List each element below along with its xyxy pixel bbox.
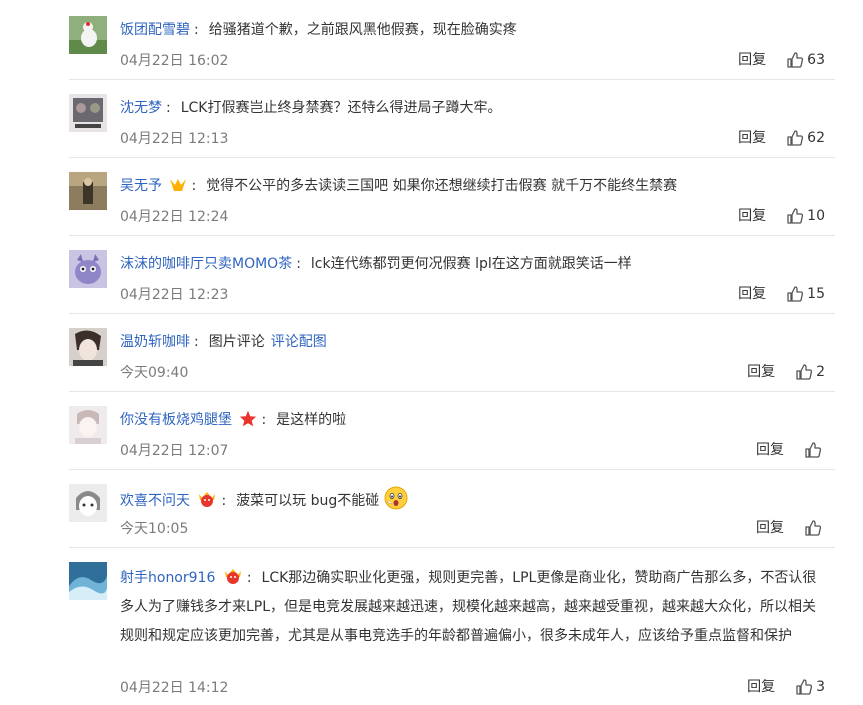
comment-body: 温奶斩咖啡: 图片评论 评论配图 [120,334,327,350]
like-button[interactable]: 3 [795,675,825,699]
comment-actions: 回复 [756,516,825,540]
reply-button[interactable]: 回复 [738,204,766,228]
comment-text: 菠菜可以玩 bug不能碰 [236,493,380,509]
username-link[interactable]: 温奶斩咖啡 [120,334,190,350]
comment-actions: 回复 15 [738,282,825,306]
divider [69,313,835,314]
like-count: 3 [816,679,825,695]
thumbs-up-icon [787,52,804,68]
avatar[interactable] [69,484,107,522]
divider [69,157,835,158]
thumbs-up-icon [796,679,813,695]
comment-text: 是这样的啦 [276,412,347,428]
thumbs-up-icon [805,520,822,536]
shocked-face-emoji [384,486,408,510]
comment-actions: 回复 63 [738,48,825,72]
like-button[interactable]: 62 [786,126,825,150]
divider [69,547,835,548]
comment-actions: 回复 [756,438,825,462]
comment-actions: 回复 2 [747,360,825,384]
avatar[interactable] [69,16,107,54]
comment-time: 04月22日 12:13 [120,131,229,147]
like-button[interactable]: 10 [786,204,825,228]
like-button[interactable] [804,441,825,459]
reply-button[interactable]: 回复 [738,282,766,306]
reply-button[interactable]: 回复 [738,126,766,150]
username-link[interactable]: 沈无梦 [120,100,162,116]
avatar[interactable] [69,250,107,288]
like-count: 63 [807,52,825,68]
like-button[interactable]: 15 [786,282,825,306]
avatar[interactable] [69,328,107,366]
thumbs-up-icon [796,364,813,380]
member-face-icon[interactable] [197,490,217,508]
like-button[interactable]: 2 [795,360,825,384]
divider [69,391,835,392]
comment-text: 图片评论 [208,334,265,350]
avatar[interactable] [69,172,107,210]
avatar[interactable] [69,94,107,132]
comment-text: 觉得不公平的多去读读三国吧 如果你还想继续打击假赛 就千万不能终生禁赛 [206,178,678,194]
username-link[interactable]: 饭团配雪碧 [120,22,190,38]
comment-time: 04月22日 12:07 [120,443,229,459]
comment-body: 欢喜不问天 : 菠菜可以玩 bug不能碰 [120,486,829,513]
like-count: 2 [816,364,825,380]
comment-body: 射手honor916 : LCK那边确实职业化更强，规则更完善，LPL更像是商业化… [120,564,829,651]
comment-actions: 回复 10 [738,204,825,228]
comment-time: 04月22日 14:12 [120,680,229,696]
thumbs-up-icon [787,130,804,146]
comment-time: 今天10:05 [120,521,189,537]
comment-actions: 回复 62 [738,126,825,150]
comment-body: 沫沫的咖啡厅只卖MOMO茶: lck连代练都罚更何况假赛 lpl在这方面就跟笑话一… [120,256,632,272]
red-star-icon[interactable] [239,410,257,427]
comment-body: 饭团配雪碧: 给骚猪道个歉，之前跟风黑他假赛，现在脸确实疼 [120,22,517,38]
comment-body: 沈无梦: LCK打假赛岂止终身禁赛？还特么得进局子蹲大牢。 [120,100,502,116]
comment-time: 04月22日 16:02 [120,53,229,69]
reply-button[interactable]: 回复 [738,48,766,72]
divider [69,469,835,470]
comment-time: 04月22日 12:23 [120,287,229,303]
reply-button[interactable]: 回复 [756,438,784,462]
like-button[interactable] [804,519,825,537]
comment-actions: 回复 3 [747,675,825,699]
member-face-icon[interactable] [223,567,243,585]
divider [69,79,835,80]
comment-text: lck连代练都罚更何况假赛 lpl在这方面就跟笑话一样 [310,256,632,272]
username-link[interactable]: 吴无予 [120,178,162,194]
comment-body: 吴无予 : 觉得不公平的多去读读三国吧 如果你还想继续打击假赛 就千万不能终生禁赛 [120,177,678,194]
like-button[interactable]: 63 [786,48,825,72]
thumbs-up-icon [787,286,804,302]
comment-text: 给骚猪道个歉，之前跟风黑他假赛，现在脸确实疼 [208,22,517,38]
avatar[interactable] [69,562,107,600]
reply-button[interactable]: 回复 [756,516,784,540]
reply-button[interactable]: 回复 [747,360,775,384]
like-count: 62 [807,130,825,146]
comment-time: 04月22日 12:24 [120,209,229,225]
comment-image-link[interactable]: 评论配图 [271,334,327,350]
comment-time: 今天09:40 [120,365,189,381]
comment-text: LCK打假赛岂止终身禁赛？还特么得进局子蹲大牢。 [180,100,502,116]
vip-crown-icon[interactable] [169,177,187,193]
username-link[interactable]: 欢喜不问天 [120,493,190,509]
like-count: 10 [807,208,825,224]
comment-body: 你没有板烧鸡腿堡 : 是这样的啦 [120,410,347,428]
thumbs-up-icon [787,208,804,224]
username-link[interactable]: 你没有板烧鸡腿堡 [120,412,232,428]
avatar[interactable] [69,406,107,444]
reply-button[interactable]: 回复 [747,675,775,699]
divider [69,235,835,236]
username-link[interactable]: 沫沫的咖啡厅只卖MOMO茶 [120,256,292,272]
like-count: 15 [807,286,825,302]
thumbs-up-icon [805,442,822,458]
username-link[interactable]: 射手honor916 [120,570,215,586]
